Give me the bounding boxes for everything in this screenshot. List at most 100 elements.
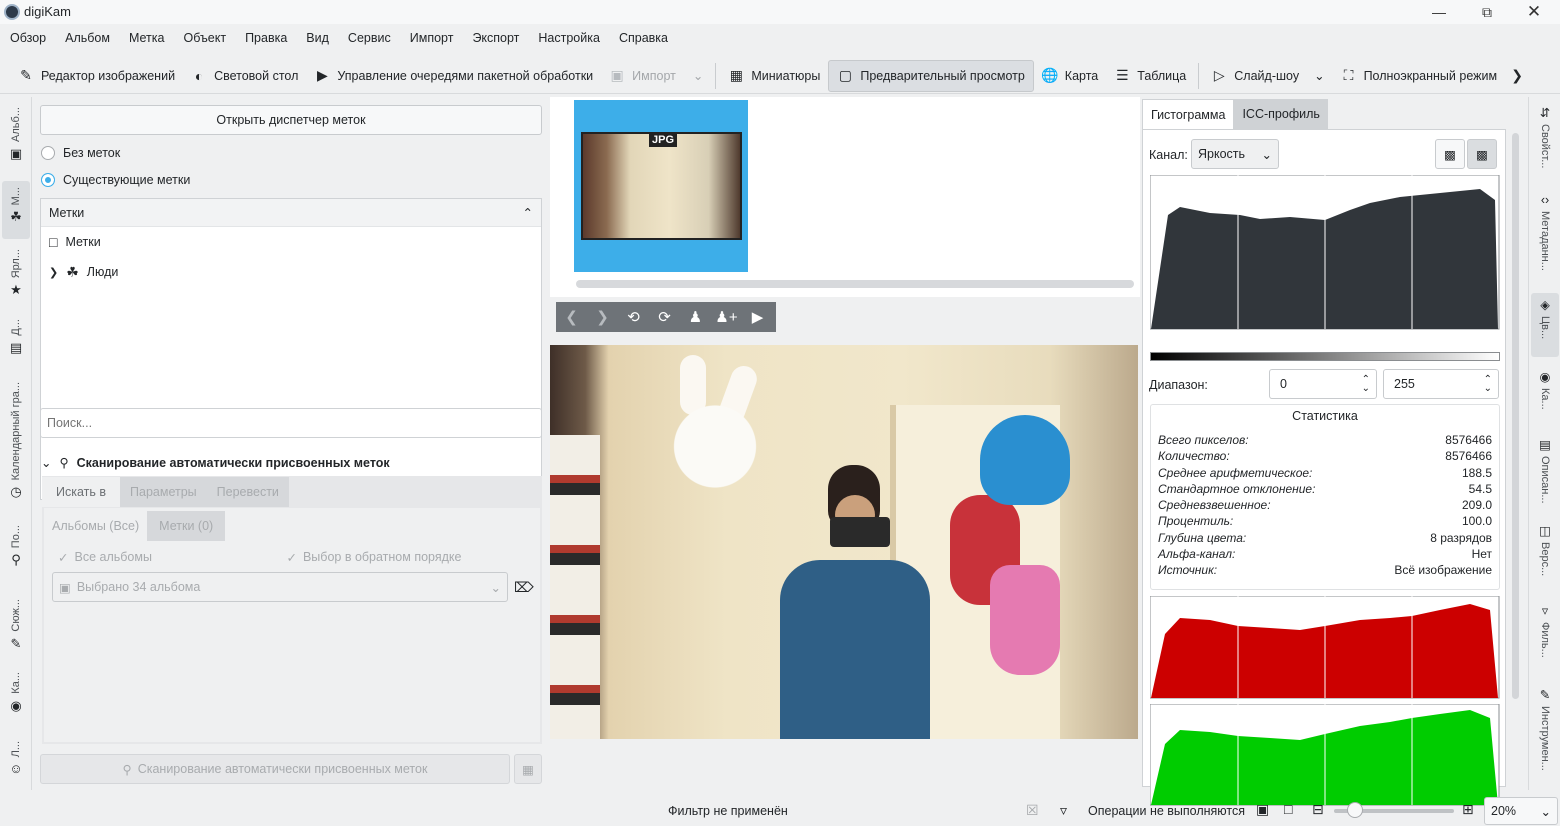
trash-icon[interactable]: ☒ [1026,802,1039,819]
statistics-value: Всё изображение [1394,563,1492,578]
zoom-select[interactable]: 20% ⌄ [1484,797,1558,825]
existing-tags-radio[interactable]: Существующие метки [41,173,190,187]
sidebar-tab-tags[interactable]: М... ☘ [2,181,30,239]
menu-item[interactable]: Объект [173,27,235,49]
person-icon[interactable]: ♟ [680,302,711,332]
sidebar-tab-map[interactable]: Ка... ◉ [2,672,30,714]
sidebar-tab-map[interactable]: ◉ Ка... [1531,369,1559,410]
tab-tags-count[interactable]: Метки (0) [147,511,226,541]
sidebar-tab-search[interactable]: По... ⚲ [2,525,30,568]
close-button[interactable]: ✕ [1523,1,1545,23]
scan-section-header[interactable]: ⌄ ⚲ Сканирование автоматически присвоенн… [41,455,390,471]
sidebar-tab-tools[interactable]: ✎ Инструмен... [1531,687,1559,771]
rotate-left-icon[interactable]: ⟲ [618,302,649,332]
scan-settings-button[interactable]: ▦ [514,754,542,784]
reverse-order-checkbox[interactable]: Выбор в обратном порядке [303,550,462,564]
document-icon: ▤ [1539,438,1551,452]
play-icon[interactable]: ▶ [742,302,773,332]
zoom-fit-icon[interactable]: ▣ [1256,801,1269,818]
tab-icc-profile[interactable]: ICC-профиль [1234,99,1328,129]
toolbar-more-button[interactable]: ❯ [1505,60,1529,92]
menu-export[interactable]: Экспорт [462,27,528,49]
tab-parameters[interactable]: Параметры [120,477,207,507]
scan-tags-button[interactable]: ⚲ Сканирование автоматически присвоенных … [40,754,510,784]
sidebar-tab-similar[interactable]: Сюж... ✎ [2,599,30,652]
tag-tree-root[interactable]: □ Метки [41,227,541,257]
no-tags-radio[interactable]: Без меток [41,146,120,160]
all-albums-checkbox[interactable]: Все альбомы [74,550,286,564]
light-table-button[interactable]: ◐ Световой стол [183,60,306,92]
tab-translate[interactable]: Перевести [206,477,289,507]
menu-tag[interactable]: Метка [119,27,174,49]
sidebar-tab-metadata[interactable]: ‹› Метаданн... [1531,193,1559,271]
menu-edit[interactable]: Правка [235,27,296,49]
sidebar-tab-versions[interactable]: ◫ Верс... [1531,523,1559,576]
sidebar-tab-description[interactable]: ▤ Описан... [1531,437,1559,504]
preview-label: Предварительный просмотр [860,68,1025,83]
tag-tree-header[interactable]: Метки ⌃ [41,199,541,227]
photo-preview[interactable] [550,345,1138,739]
zoom-original-icon[interactable]: □ [1284,801,1292,817]
sidebar-tab-properties[interactable]: ⇵ Свойст... [1531,105,1559,168]
zoom-out-icon[interactable]: ⊟ [1312,801,1324,818]
open-tag-manager-button[interactable]: Открыть диспетчер меток [40,105,542,135]
slideshow-button[interactable]: ▷ Слайд-шоу ⌄ [1203,60,1332,92]
sidebar-tab-label: М... [10,187,22,206]
tab-search-in[interactable]: Искать в [42,477,121,507]
statistics-title: Статистика [1292,409,1358,423]
tag-tree-item-people[interactable]: ❯ ☘ Люди [41,257,541,287]
menu-import[interactable]: Импорт [400,27,463,49]
right-panel-scrollbar[interactable] [1512,133,1519,699]
sidebar-tab-labels[interactable]: Ярл... ★ [2,249,30,298]
thumbnails-button[interactable]: ▦ Миниатюры [720,60,828,92]
filter-icon[interactable]: ▿ [1060,802,1067,819]
sidebar-tab-timeline[interactable]: Календарный гра... ◷ [2,382,30,500]
menu-settings[interactable]: Настройка [528,27,609,49]
menu-view[interactable]: Вид [296,27,338,49]
sidebar-tab-people[interactable]: Л... ☺ [2,741,30,776]
star-icon: ★ [10,282,22,298]
batch-queue-button[interactable]: ▶ Управление очередями пакетной обработки [306,60,601,92]
zoom-slider-handle[interactable] [1347,802,1363,818]
sidebar-tab-albums[interactable]: Альб... ▣ [2,107,30,162]
properties-icon: ⇵ [1539,106,1551,120]
rotate-right-icon[interactable]: ⟳ [649,302,680,332]
table-button[interactable]: ☰ Таблица [1106,60,1194,92]
sidebar-tab-label: Описан... [1539,456,1551,504]
range-max-input[interactable]: 255 ⌃ ⌄ [1383,369,1499,399]
minimize-button[interactable]: — [1428,1,1450,23]
linear-scale-button[interactable]: ▩ [1435,139,1465,169]
histogram-linear-icon: ▩ [1444,147,1456,162]
import-button[interactable]: ▣ Импорт ⌄ [601,60,711,92]
chevron-right-icon[interactable]: ❯ [49,266,58,279]
clear-icon[interactable]: ⌦ [514,579,534,596]
preview-button[interactable]: ▢ Предварительный просмотр [828,59,1034,92]
maximize-button[interactable]: ⧉ [1476,1,1498,23]
tab-histogram[interactable]: Гистограмма [1142,99,1235,129]
albums-select[interactable]: ▣ Выбрано 34 альбома ⌄ [52,572,508,602]
menu-album[interactable]: Альбом [55,27,119,49]
thumbnail-scrollbar[interactable] [576,280,1134,288]
channel-select[interactable]: Яркость ⌄ [1191,139,1279,169]
map-button[interactable]: 🌐 Карта [1034,60,1106,92]
menu-tools[interactable]: Сервис [338,27,400,49]
log-scale-button[interactable]: ▩ [1467,139,1497,169]
thumbnail-image[interactable] [581,132,742,240]
next-button[interactable]: ❯ [587,302,618,332]
zoom-in-icon[interactable]: ⊞ [1462,801,1474,818]
add-face-icon[interactable]: ♟+ [711,302,742,332]
menu-browse[interactable]: Обзор [0,27,55,49]
tag-search-input[interactable] [40,408,542,438]
fullscreen-button[interactable]: ⛶ Полноэкранный режим [1333,60,1506,92]
range-min-input[interactable]: 0 ⌃ ⌄ [1269,369,1377,399]
image-editor-button[interactable]: ✎ Редактор изображений [10,60,183,92]
histogram-log-icon: ▩ [1476,147,1488,162]
previous-button[interactable]: ❮ [556,302,587,332]
sidebar-tab-filters[interactable]: ▿ Филь... [1531,603,1559,658]
tab-albums-all[interactable]: Альбомы (Все) [44,511,148,541]
sidebar-tab-colors[interactable]: ◈ Цв... [1531,293,1559,357]
sidebar-tab-dates[interactable]: Д... ▤ [2,319,30,356]
toolbar-separator [715,62,717,89]
menu-help[interactable]: Справка [609,27,677,49]
radio-circle [41,173,55,187]
